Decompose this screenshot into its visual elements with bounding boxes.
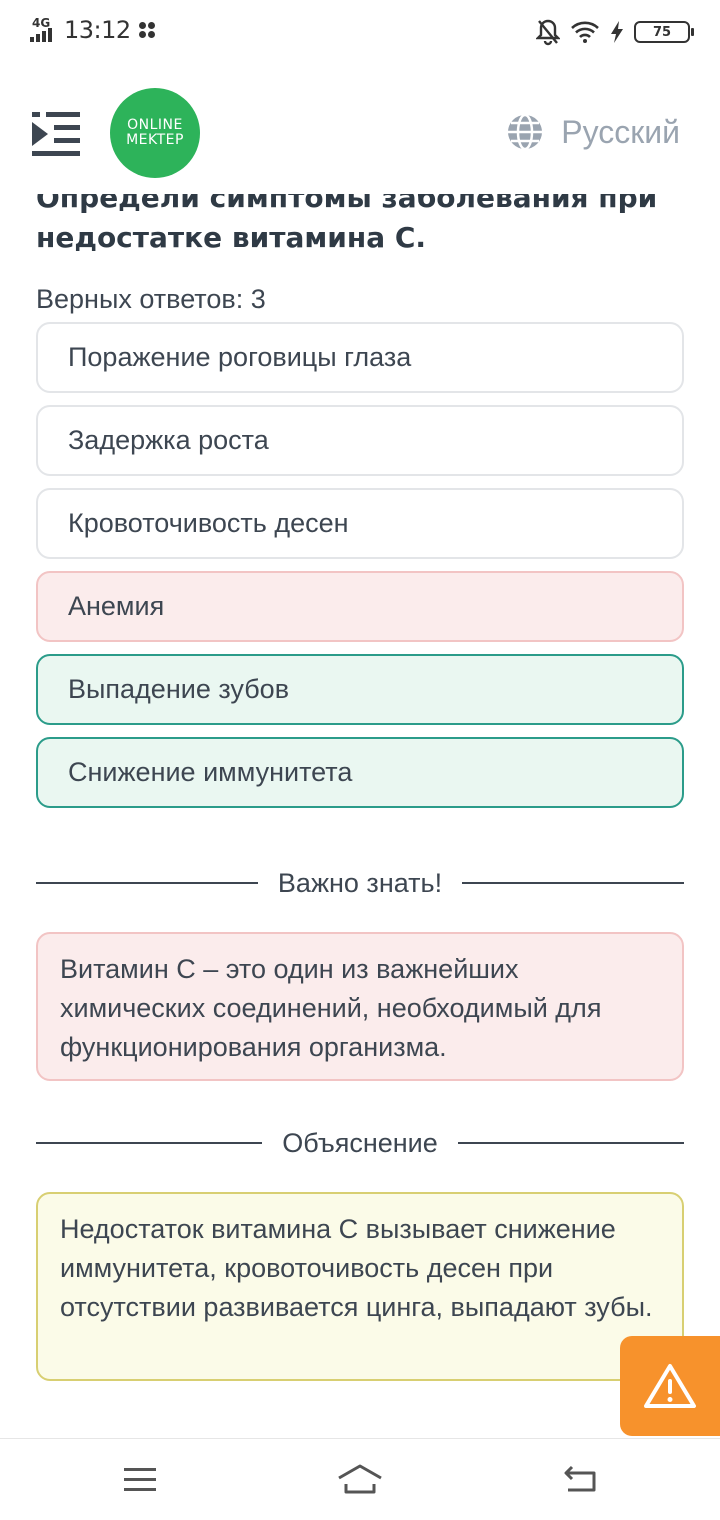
answer-option-correct[interactable]: Снижение иммунитета [36,737,684,808]
answer-option-label: Поражение роговицы глаза [68,342,412,372]
answer-option-label: Анемия [68,591,165,621]
explanation-text: Недостаток витамина С вызывает снижение … [60,1214,653,1322]
important-title: Важно знать! [277,867,443,898]
answer-option[interactable]: Кровоточивость десен [36,488,684,559]
globe-icon [508,113,543,151]
question-text-main: недостатке витамина С. [36,221,427,254]
home-icon [338,1464,382,1494]
important-box: Витамин С – это один из важнейших химиче… [36,932,684,1081]
back-icon [564,1465,596,1492]
answer-option[interactable]: Задержка роста [36,405,684,476]
charging-icon [611,21,623,43]
answer-option-label: Выпадение зубов [68,674,290,704]
logo[interactable]: ONLINE MEKTEP [110,88,200,178]
nav-back-button[interactable] [560,1459,600,1499]
answer-option-wrong[interactable]: Анемия [36,571,684,642]
menu-button[interactable] [30,110,82,158]
language-selector[interactable]: Русский [505,112,680,152]
important-divider: Важно знать! [36,863,685,903]
explanation-divider: Объяснение [36,1123,685,1163]
answer-option-label: Снижение иммунитета [68,757,353,787]
logo-text-line1: ONLINE [127,117,183,133]
wifi-icon [571,21,599,43]
report-error-button[interactable] [620,1336,720,1436]
answer-option-label: Задержка роста [68,425,269,455]
correct-answers-count: Верных ответов: 3 [36,284,266,314]
warning-icon [644,1364,696,1408]
answer-options: Поражение роговицы глаза Задержка роста … [36,322,684,820]
answer-option[interactable]: Поражение роговицы глаза [36,322,684,393]
battery-level: 75 [652,24,672,40]
menu-icon [32,112,80,156]
answer-option-label: Кровоточивость десен [68,508,349,538]
logo-text-line2: MEKTEP [126,132,184,148]
cellular-signal-icon: 4G [30,16,56,44]
mute-bell-icon [536,19,560,46]
important-text: Витамин С – это один из важнейших химиче… [60,954,602,1062]
app-notification-icon [138,22,155,38]
nav-menu-button[interactable] [120,1459,160,1499]
explanation-title: Объяснение [282,1127,438,1158]
explanation-box: Недостаток витамина С вызывает снижение … [36,1192,684,1381]
menu-icon [124,1468,156,1491]
answer-option-correct[interactable]: Выпадение зубов [36,654,684,725]
language-label: Русский [561,113,680,150]
nav-home-button[interactable] [336,1459,384,1499]
clock: 13:12 [64,16,131,44]
status-bar: 4G 13:12 75 [0,0,720,64]
battery-icon: 75 [634,21,694,43]
system-nav-bar [0,1438,720,1520]
app-header: ONLINE MEKTEP Русский [0,74,720,194]
